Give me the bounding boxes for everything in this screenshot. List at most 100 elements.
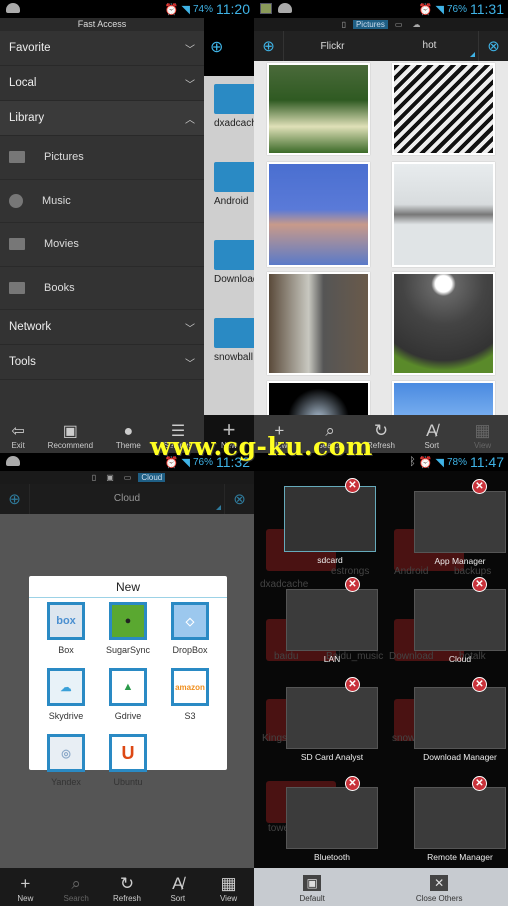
tab-local[interactable]: ▯	[339, 20, 349, 29]
recommend-button[interactable]: ▣ Recommend	[48, 423, 93, 450]
window-thumb-cloud[interactable]: Cloud	[414, 589, 506, 664]
close-window-icon[interactable]: ✕	[345, 776, 360, 791]
photo-thumb[interactable]	[267, 272, 370, 375]
close-window-icon[interactable]: ✕	[345, 478, 360, 493]
library-item-pictures[interactable]: Pictures	[0, 136, 204, 180]
window-thumb-sdcard[interactable]: sdcard	[284, 486, 376, 565]
window-manager-panel: ᛒ ⏰ ◥ 78% 11:47 estrongs Android backups…	[254, 453, 508, 906]
path-toolbar: ⊕ Flickr hot ⊗	[254, 31, 508, 61]
service-ubuntu[interactable]: U Ubuntu	[97, 734, 159, 800]
close-window-icon[interactable]: ✕	[472, 479, 487, 494]
android-icon	[278, 3, 292, 13]
tab-lan[interactable]: ▭	[392, 20, 406, 29]
photo-thumb[interactable]	[392, 162, 495, 267]
tab-pictures[interactable]: ▣	[103, 473, 117, 482]
folder-item[interactable]: snowball	[204, 310, 254, 388]
yandex-icon: ◎	[47, 734, 85, 772]
close-others-button[interactable]: ✕ Close Others	[416, 875, 463, 903]
section-library[interactable]: Library ︿	[0, 101, 204, 136]
service-gdrive[interactable]: ▲ Gdrive	[97, 668, 159, 734]
library-item-music[interactable]: Music	[0, 180, 204, 223]
folder-item[interactable]: Android	[204, 154, 254, 232]
section-tools[interactable]: Tools ﹀	[0, 345, 204, 380]
tab-lan[interactable]: ▭	[121, 473, 135, 482]
folder-icon	[214, 162, 254, 192]
chevron-down-icon: ﹀	[185, 79, 195, 91]
exit-icon: ⇦	[11, 423, 25, 440]
photo-thumb[interactable]	[267, 63, 370, 155]
button-label: Refresh	[112, 894, 141, 903]
fast-access-panel: ⏰ ◥ 74% 11:20 ⊕ dxadcache Android Downlo…	[0, 0, 254, 453]
skydrive-icon: ☁	[47, 668, 85, 706]
service-label: Gdrive	[114, 711, 142, 721]
service-s3[interactable]: amazon S3	[159, 668, 221, 734]
chevron-up-icon: ︿	[185, 114, 195, 126]
library-item-books[interactable]: Books	[0, 267, 204, 310]
service-sugarsync[interactable]: ● SugarSync	[97, 602, 159, 668]
service-yandex[interactable]: ◎ Yandex	[35, 734, 97, 800]
tab-pictures[interactable]: Pictures	[352, 20, 388, 29]
window-thumb-bluetooth[interactable]: Bluetooth	[286, 787, 378, 862]
filter-selector[interactable]: hot	[381, 31, 478, 61]
photo-thumb[interactable]	[267, 162, 370, 267]
view-button[interactable]: ▦ View	[206, 874, 251, 903]
folder-item[interactable]: dxadcache	[204, 76, 254, 154]
source-selector[interactable]: Flickr	[284, 41, 381, 52]
section-favorite[interactable]: Favorite ﹀	[0, 31, 204, 66]
refresh-button[interactable]: ↻ Refresh	[104, 874, 149, 903]
view-button[interactable]: ▦ View	[460, 421, 505, 450]
close-window-icon[interactable]: ✕	[472, 677, 487, 692]
status-bar: ⏰ ◥ 74% 11:20	[0, 0, 254, 18]
network-icon[interactable]: ⊕	[0, 484, 30, 514]
window-thumb-lan[interactable]: LAN	[286, 589, 378, 664]
window-label: sdcard	[317, 555, 343, 565]
window-thumb-remote-manager[interactable]: Remote Manager	[414, 787, 506, 862]
exit-button[interactable]: ⇦ Exit	[11, 423, 24, 450]
photo-thumb[interactable]	[392, 63, 495, 155]
tab-cloud[interactable]: Cloud	[138, 473, 166, 482]
section-network[interactable]: Network ﹀	[0, 310, 204, 345]
photo-thumb[interactable]	[392, 272, 495, 375]
section-local[interactable]: Local ﹀	[0, 66, 204, 101]
folder-item[interactable]: Download	[204, 232, 254, 310]
movies-icon	[9, 238, 25, 251]
button-label: Exit	[11, 441, 25, 450]
location-selector[interactable]: Cloud	[30, 484, 224, 514]
close-window-icon[interactable]: ✕	[472, 577, 487, 592]
close-icon[interactable]: ⊗	[478, 31, 508, 61]
gallery-notification-icon	[260, 3, 272, 14]
clock: 11:47	[470, 454, 504, 470]
search-button[interactable]: ⌕ Search	[54, 874, 99, 903]
service-skydrive[interactable]: ☁ Skydrive	[35, 668, 97, 734]
button-label: Default	[299, 894, 325, 903]
new-button[interactable]: + New	[3, 874, 48, 903]
folder-icon	[214, 318, 254, 348]
network-icon[interactable]: ⊕	[204, 18, 254, 76]
button-label: Search	[63, 894, 89, 903]
default-button[interactable]: ▣ Default	[299, 875, 325, 903]
close-window-icon[interactable]: ✕	[345, 677, 360, 692]
library-item-movies[interactable]: Movies	[0, 223, 204, 267]
close-window-icon[interactable]: ✕	[472, 776, 487, 791]
close-window-icon[interactable]: ✕	[345, 577, 360, 592]
button-label: Close Others	[415, 894, 463, 903]
sort-icon: A̸	[172, 874, 184, 893]
window-thumb-app-manager[interactable]: App Manager	[414, 491, 506, 566]
theme-button[interactable]: ● Theme	[116, 423, 141, 450]
sort-button[interactable]: A̸ Sort	[155, 874, 200, 903]
tab-cloud[interactable]: ☁	[409, 20, 423, 29]
service-dropbox[interactable]: ◇ DropBox	[159, 602, 221, 668]
window-label: Download Manager	[423, 752, 497, 762]
grid-icon: ▦	[220, 874, 237, 893]
button-label: Theme	[115, 441, 141, 450]
window-thumb-download-manager[interactable]: Download Manager	[414, 687, 506, 762]
box-icon: box	[47, 602, 85, 640]
window-thumb-sd-card-analyst[interactable]: SD Card Analyst	[286, 687, 378, 762]
refresh-icon: ↻	[119, 874, 135, 893]
network-icon[interactable]: ⊕	[254, 31, 284, 61]
item-label: Books	[44, 281, 75, 294]
sort-button[interactable]: A̸ Sort	[409, 421, 454, 450]
close-icon[interactable]: ⊗	[224, 484, 254, 514]
tab-local[interactable]: ▯	[89, 473, 99, 482]
service-box[interactable]: box Box	[35, 602, 97, 668]
